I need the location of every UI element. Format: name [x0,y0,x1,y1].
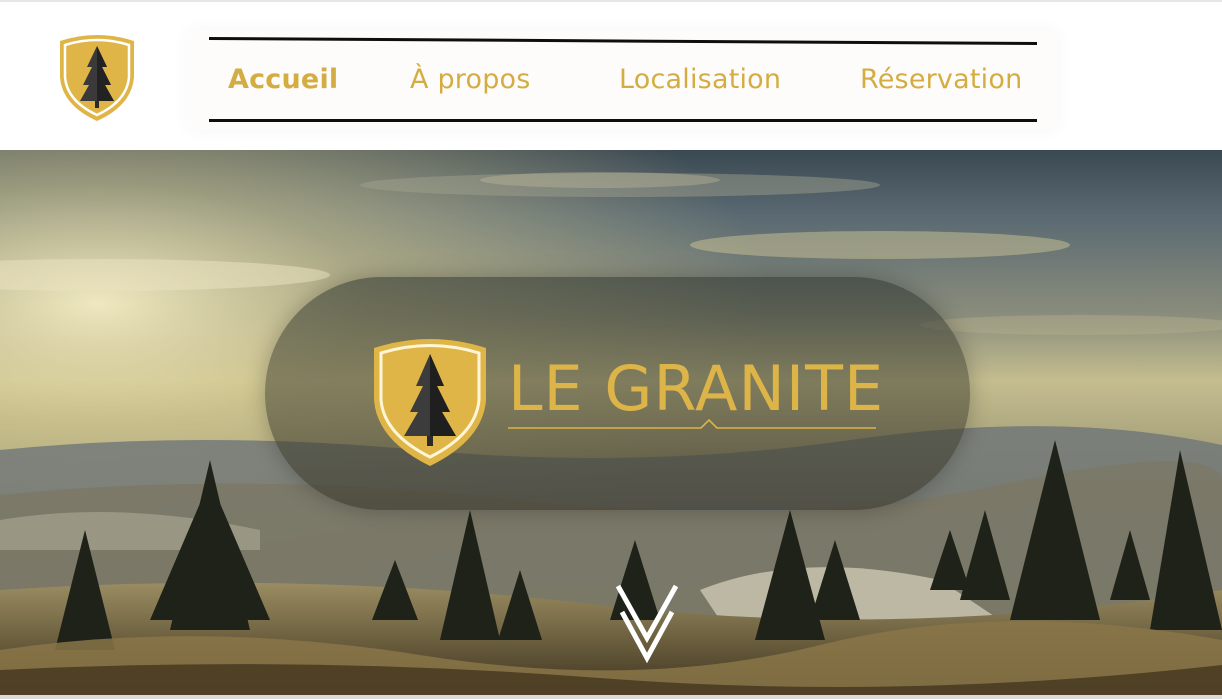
tree-shield-icon[interactable] [56,33,138,123]
nav-item-accueil[interactable]: Accueil [228,62,338,98]
nav-divider-bottom [209,119,1037,122]
nav-item-a-propos[interactable]: À propos [410,62,531,98]
brand-name: LE GRANITE [508,352,885,425]
brand-underline [508,418,876,429]
nav-item-reservation[interactable]: Réservation [860,62,1022,98]
double-chevron-down-icon[interactable] [612,582,682,664]
site-header: Accueil À propos Localisation Réservatio… [0,0,1222,150]
bottom-divider [0,695,1222,699]
nav-item-localisation[interactable]: Localisation [619,62,781,98]
hero-banner: LE GRANITE [0,150,1222,699]
tree-shield-icon [374,339,486,466]
nav-divider-top [209,37,1037,45]
